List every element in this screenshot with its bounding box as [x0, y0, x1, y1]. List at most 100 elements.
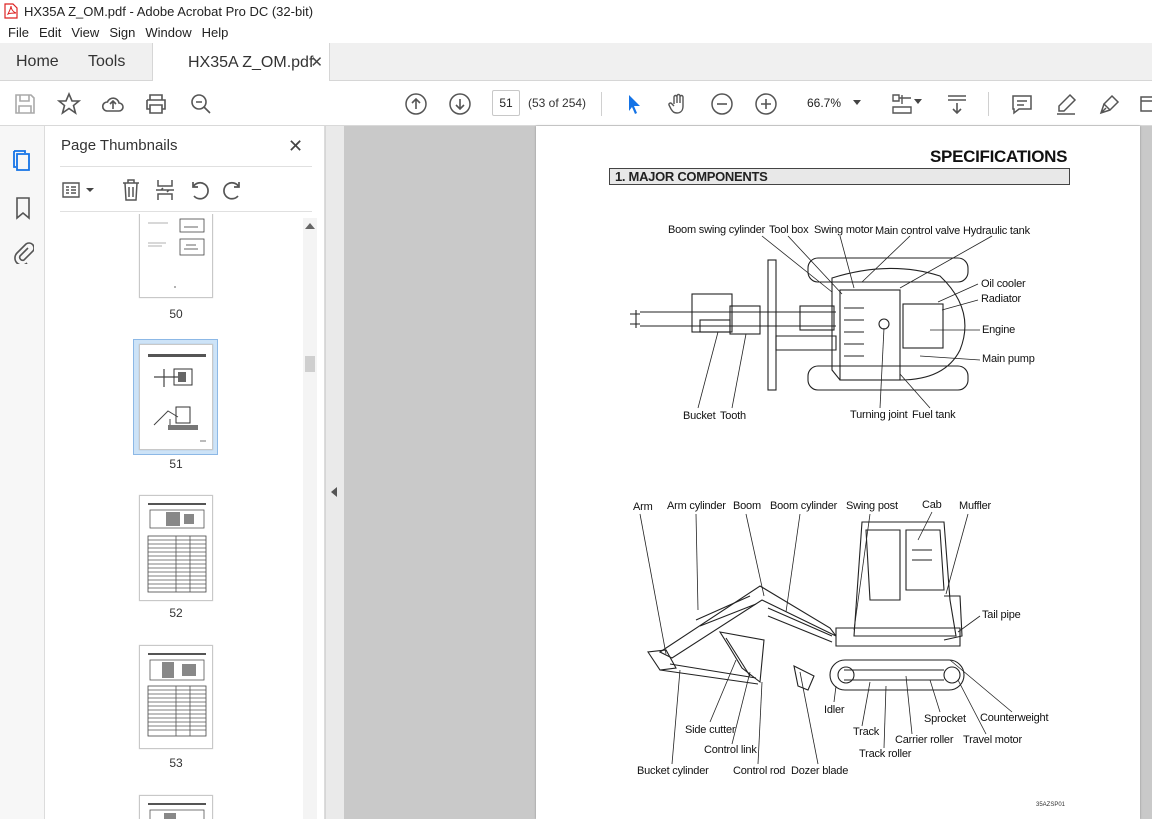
label-turning-joint: Turning joint — [850, 409, 908, 421]
label-control-rod: Control rod — [733, 765, 786, 777]
highlight-pen-icon[interactable] — [1054, 92, 1078, 116]
chevron-down-icon[interactable] — [914, 99, 922, 104]
tab-document-label: HX35A Z_OM.pdf — [188, 53, 314, 71]
label-oil-cooler: Oil cooler — [981, 278, 1026, 290]
rotate-clockwise-icon[interactable] — [222, 179, 244, 201]
close-tab-icon[interactable]: ✕ — [310, 53, 323, 71]
thumbnail-preview — [147, 653, 207, 737]
label-swing-post: Swing post — [846, 500, 898, 512]
acrobat-file-icon — [4, 3, 18, 19]
hand-tool-icon[interactable] — [666, 92, 690, 116]
zoom-select[interactable]: 66.7% — [798, 90, 866, 116]
thumbnail-page-51[interactable] — [139, 344, 213, 450]
page-thumbnails-icon[interactable] — [12, 148, 34, 172]
select-cursor-icon[interactable] — [622, 92, 646, 116]
label-radiator: Radiator — [981, 293, 1021, 305]
thumbnail-page-50[interactable] — [139, 214, 213, 298]
collapse-panel-icon[interactable] — [331, 487, 337, 497]
label-hydraulic-tank: Hydraulic tank — [963, 225, 1030, 237]
thumbnail-page-53[interactable] — [139, 645, 213, 749]
label-tool-box: Tool box — [769, 224, 809, 236]
label-control-link: Control link — [704, 744, 757, 756]
tab-home[interactable]: Home — [16, 43, 59, 81]
label-counterweight: Counterweight — [980, 712, 1049, 724]
panel-scrollbar[interactable] — [303, 218, 317, 819]
panel-divider — [60, 211, 312, 212]
rotate-counterclockwise-icon[interactable] — [188, 179, 210, 201]
left-rail — [0, 126, 45, 819]
scrollbar-thumb[interactable] — [305, 356, 315, 372]
page-number-input[interactable]: 51 — [492, 90, 520, 116]
attachments-icon[interactable] — [12, 240, 35, 266]
bookmarks-icon[interactable] — [13, 196, 33, 220]
label-main-pump: Main pump — [982, 353, 1035, 365]
extract-pages-icon[interactable] — [154, 178, 176, 202]
page-count: (53 of 254) — [528, 96, 587, 110]
menu-view[interactable]: View — [71, 25, 99, 40]
menu-help[interactable]: Help — [202, 25, 229, 40]
label-tooth: Tooth — [720, 410, 746, 422]
label-muffler: Muffler — [959, 500, 992, 512]
chevron-down-icon — [853, 100, 861, 105]
toolbar-separator — [601, 92, 602, 116]
bookmark-star-icon[interactable] — [56, 91, 82, 116]
label-main-control-valve: Main control valve — [875, 225, 961, 237]
next-page-icon[interactable] — [448, 92, 472, 116]
zoom-value: 66.7% — [807, 96, 842, 110]
scroll-up-icon[interactable] — [305, 223, 315, 229]
thumbnail-label: 53 — [169, 756, 183, 770]
thumbnail-label: 50 — [169, 307, 183, 321]
print-icon[interactable] — [144, 92, 168, 116]
thumbnail-preview — [148, 218, 205, 288]
zoom-search-icon[interactable] — [189, 92, 213, 116]
tab-document[interactable]: HX35A Z_OM.pdf ✕ — [152, 43, 330, 82]
close-panel-icon[interactable]: ✕ — [288, 136, 303, 157]
tab-tools[interactable]: Tools — [88, 43, 125, 81]
figure-code: 35AZSP01 — [1036, 802, 1066, 808]
menu-sign[interactable]: Sign — [109, 25, 135, 40]
zoom-in-icon[interactable] — [754, 92, 778, 116]
label-swing-motor: Swing motor — [814, 224, 873, 236]
page-fit-icon[interactable] — [890, 92, 914, 116]
label-track: Track — [853, 726, 880, 738]
scroll-mode-icon[interactable] — [945, 92, 969, 116]
label-side-cutter: Side cutter — [685, 724, 736, 736]
thumbnail-label: 51 — [169, 457, 183, 471]
delete-trash-icon[interactable] — [120, 178, 142, 202]
label-carrier-roller: Carrier roller — [895, 734, 954, 746]
menu-window[interactable]: Window — [145, 25, 191, 40]
tab-bar: Home Tools HX35A Z_OM.pdf ✕ — [0, 43, 1152, 82]
page-heading: SPECIFICATIONS — [930, 147, 1068, 166]
previous-page-icon[interactable] — [404, 92, 428, 116]
label-boom-swing-cylinder: Boom swing cylinder — [668, 224, 766, 236]
label-boom-cylinder: Boom cylinder — [770, 500, 838, 512]
panel-splitter[interactable] — [325, 126, 344, 819]
label-boom: Boom — [733, 500, 761, 512]
more-tools-icon[interactable] — [1138, 92, 1152, 116]
upload-cloud-icon[interactable] — [101, 92, 125, 116]
label-fuel-tank: Fuel tank — [912, 409, 956, 421]
panel-divider — [60, 166, 312, 167]
sign-pen-icon[interactable] — [1098, 92, 1122, 116]
section-title: 1. MAJOR COMPONENTS — [609, 168, 1070, 185]
comment-icon[interactable] — [1010, 92, 1034, 116]
label-bucket: Bucket — [683, 410, 716, 422]
label-arm: Arm — [633, 501, 653, 513]
thumbnail-page-next[interactable] — [139, 795, 213, 819]
menu-edit[interactable]: Edit — [39, 25, 61, 40]
thumbnail-options-icon[interactable] — [62, 180, 96, 200]
menu-file[interactable]: File — [8, 25, 29, 40]
thumbnail-label: 52 — [169, 606, 183, 620]
window-title: HX35A Z_OM.pdf - Adobe Acrobat Pro DC (3… — [24, 3, 314, 19]
zoom-out-icon[interactable] — [710, 92, 734, 116]
thumbnail-preview — [148, 354, 206, 442]
panel-toolbar — [58, 176, 314, 204]
label-travel-motor: Travel motor — [963, 734, 1022, 746]
thumbnail-preview — [147, 503, 207, 593]
label-track-roller: Track roller — [859, 748, 912, 760]
toolbar-separator — [988, 92, 989, 116]
title-bar: HX35A Z_OM.pdf - Adobe Acrobat Pro DC (3… — [0, 0, 1152, 22]
thumbnail-page-52[interactable] — [139, 495, 213, 601]
panel-title: Page Thumbnails — [61, 137, 178, 154]
save-icon[interactable] — [13, 92, 37, 116]
